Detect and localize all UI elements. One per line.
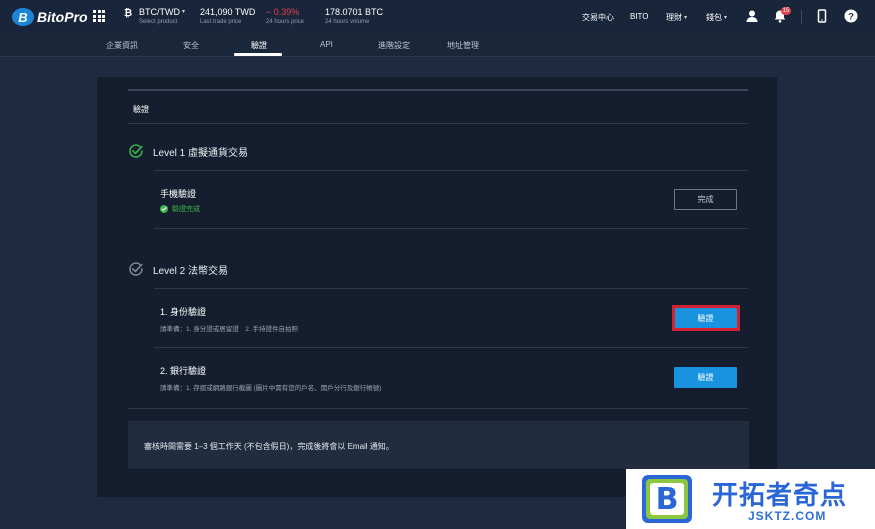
tab-address-management[interactable]: 地址管理	[447, 40, 479, 51]
bank-verification-title: 2. 銀行驗證	[160, 366, 207, 376]
divider	[128, 408, 748, 409]
divider	[154, 288, 748, 289]
bank-verify-button[interactable]: 驗證	[674, 367, 737, 388]
panel-top-border	[128, 89, 748, 91]
verification-panel: 驗證 Level 1 虛擬通貨交易 手機驗證 驗證完成 完成 Level 2 法…	[97, 77, 777, 497]
mobile-icon[interactable]	[815, 9, 829, 23]
nav-wallet-label: 錢包	[706, 13, 722, 22]
top-navigation-bar: B BitoPro ₿ BTC/TWD ▾ Select product 241,…	[0, 0, 875, 33]
active-tab-indicator	[234, 53, 282, 56]
level2-header: Level 2 法幣交易	[128, 261, 228, 277]
nav-divider	[801, 10, 802, 24]
caret-down-icon: ▾	[724, 15, 728, 22]
brand-name: BitoPro	[37, 9, 88, 25]
watermark-logo: B	[640, 473, 694, 525]
watermark-logo-letter: B	[656, 482, 679, 517]
watermark-text-cn: 开拓者奇点	[712, 481, 848, 511]
pair-label: BTC/TWD	[139, 7, 180, 17]
level2-check-icon	[128, 261, 144, 277]
watermark-text-en: JSKTZ.COM	[748, 509, 827, 523]
apps-grid-icon[interactable]	[93, 10, 105, 22]
level2-title: Level 2 法幣交易	[153, 265, 229, 277]
last-price-block: 241,090 TWD Last trade price	[200, 7, 255, 26]
product-selector[interactable]: ₿ BTC/TWD ▾ Select product	[124, 7, 185, 26]
svg-text:?: ?	[848, 11, 854, 22]
identity-verification-requirements: 請準備：1. 身分證或居留證 2. 手持證件自拍照	[160, 326, 298, 333]
price-change-label: 24 hours price	[266, 19, 305, 25]
settings-tabs: 企業資訊 安全 驗證 API 進階設定 地址管理	[0, 33, 875, 57]
user-icon[interactable]	[745, 9, 759, 23]
phone-verification-title: 手機驗證	[160, 189, 197, 199]
price-change: − 0.39%	[266, 7, 300, 17]
nav-wealth[interactable]: 理財 ▾	[666, 12, 687, 23]
level1-title: Level 1 虛擬通貨交易	[153, 147, 249, 159]
volume-block: 178.0701 BTC 24 hours volume	[325, 7, 383, 26]
tab-api[interactable]: API	[320, 40, 333, 49]
bell-icon[interactable]: 15	[773, 7, 791, 23]
volume-label: 24 hours volume	[325, 19, 370, 25]
identity-verification-title: 1. 身份驗證	[160, 307, 207, 317]
review-notice-text: 審核時間需要 1–3 個工作天 (不包含假日)，完成後將會以 Email 通知。	[144, 442, 394, 451]
divider	[154, 347, 748, 348]
bank-verification-requirements: 請準備：1. 存摺或網路銀行截圖 (圖片中需有您的戶名、開戶分行及銀行帳號)	[160, 385, 382, 392]
tab-verification[interactable]: 驗證	[251, 40, 267, 51]
divider	[154, 170, 748, 171]
bitopro-logo-icon: B	[12, 8, 34, 26]
pair-sublabel: Select product	[139, 19, 178, 26]
level1-check-icon	[128, 143, 144, 159]
bitopro-logo[interactable]: B BitoPro	[12, 7, 88, 27]
divider	[128, 123, 748, 124]
notification-badge: 15	[781, 7, 791, 15]
tab-company-info[interactable]: 企業資訊	[106, 40, 138, 51]
help-icon[interactable]: ?	[844, 9, 858, 23]
bitcoin-icon: ₿	[124, 8, 133, 19]
highlight-frame	[672, 305, 740, 331]
last-price: 241,090 TWD	[200, 7, 256, 17]
level1-header: Level 1 虛擬通貨交易	[128, 143, 248, 159]
phone-verification-done-button[interactable]: 完成	[674, 189, 737, 210]
tab-security[interactable]: 安全	[183, 40, 199, 51]
divider	[154, 228, 748, 229]
caret-down-icon: ▾	[182, 9, 186, 16]
last-price-label: Last trade price	[200, 19, 242, 25]
caret-down-icon: ▾	[684, 15, 688, 22]
nav-wallet[interactable]: 錢包 ▾	[706, 12, 727, 23]
price-change-block: − 0.39% 24 hours price	[266, 7, 304, 26]
phone-verification-status-text: 驗證完成	[172, 206, 200, 213]
nav-trading-center[interactable]: 交易中心	[582, 12, 614, 23]
watermark: B 开拓者奇点 JSKTZ.COM	[626, 469, 875, 529]
section-title: 驗證	[133, 105, 149, 114]
nav-wealth-label: 理財	[666, 13, 682, 22]
check-icon	[160, 205, 168, 213]
phone-verification-status: 驗證完成	[160, 204, 200, 214]
volume: 178.0701 BTC	[325, 7, 384, 17]
review-notice: 審核時間需要 1–3 個工作天 (不包含假日)，完成後將會以 Email 通知。	[128, 421, 749, 469]
tab-advanced-settings[interactable]: 進階設定	[378, 40, 410, 51]
nav-bito[interactable]: BITO	[630, 12, 649, 21]
